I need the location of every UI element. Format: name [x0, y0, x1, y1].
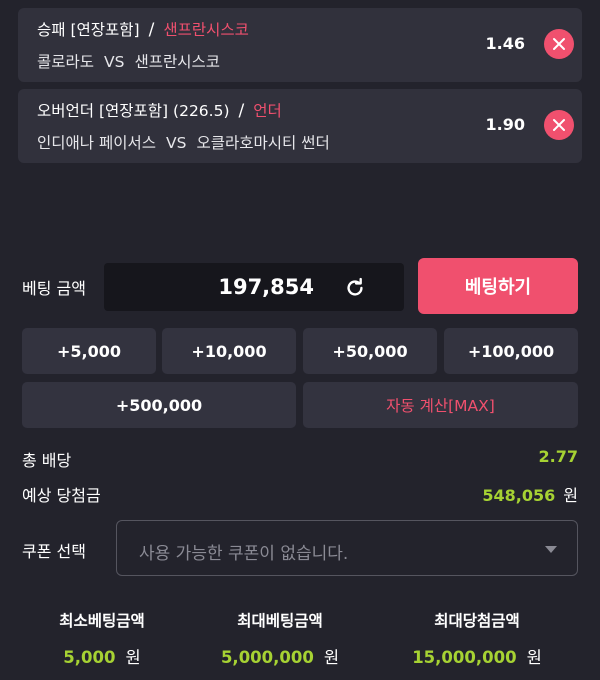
add-500000-button[interactable]: +500,000 [22, 382, 296, 428]
close-icon [553, 119, 565, 131]
coupon-select[interactable]: 사용 가능한 쿠폰이 없습니다. [116, 520, 578, 576]
remove-pick-button[interactable] [544, 110, 574, 140]
away-team: 오클라호마시티 썬더 [196, 134, 330, 152]
limit-value: 5,000,000 원 [180, 644, 380, 668]
limit-label: 최소베팅금액 [59, 612, 145, 630]
min-bet-limit: 최소베팅금액 5,000 원 [2, 609, 202, 668]
max-bet-limit: 최대베팅금액 5,000,000 원 [180, 609, 380, 668]
pick-separator: / [148, 20, 155, 40]
limit-amount: 5,000,000 [220, 648, 314, 667]
add-10000-button[interactable]: +10,000 [162, 328, 296, 374]
close-icon [553, 38, 565, 50]
expected-amount: 548,056 [482, 486, 556, 505]
expected-winnings-label: 예상 당첨금 [22, 486, 101, 505]
pick-market-line: 승패 [연장포함] / 샌프란시스코 [37, 18, 249, 40]
add-50000-button[interactable]: +50,000 [303, 328, 437, 374]
coupon-placeholder: 사용 가능한 쿠폰이 없습니다. [139, 544, 349, 564]
pick-teams: 콜로라도 VS 샌프란시스코 [37, 50, 220, 72]
vs-label: VS [104, 53, 125, 71]
pick-odds: 1.46 [485, 34, 525, 53]
pick-market: 오버언더 [연장포함] (226.5) [37, 102, 230, 120]
currency-unit: 원 [526, 648, 542, 667]
limit-value: 15,000,000 원 [377, 644, 577, 668]
limit-label: 최대베팅금액 [237, 612, 323, 630]
pick-market: 승패 [연장포함] [37, 21, 140, 39]
limit-label: 최대당첨금액 [434, 612, 520, 630]
currency-unit: 원 [563, 486, 578, 505]
home-team: 인디애나 페이서스 [37, 134, 157, 152]
remove-pick-button[interactable] [544, 29, 574, 59]
pick-separator: / [238, 101, 245, 121]
auto-calc-max-button[interactable]: 자동 계산[MAX] [303, 382, 578, 428]
pick-odds: 1.90 [485, 115, 525, 134]
limit-amount: 5,000 [63, 648, 116, 667]
bet-slip-pick: 승패 [연장포함] / 샌프란시스코 콜로라도 VS 샌프란시스코 1.46 [18, 8, 582, 82]
bet-slip-pick: 오버언더 [연장포함] (226.5) / 언더 인디애나 페이서스 VS 오클라호마시… [18, 89, 582, 163]
bet-amount-label: 베팅 금액 [22, 279, 86, 298]
currency-unit: 원 [323, 648, 340, 667]
place-bet-button[interactable]: 베팅하기 [418, 258, 578, 314]
away-team: 샌프란시스코 [134, 53, 221, 71]
coupon-label: 쿠폰 선택 [22, 542, 86, 561]
vs-label: VS [166, 134, 187, 152]
total-odds-row: 총 배당 2.77 [22, 447, 578, 471]
chevron-down-icon [545, 546, 557, 553]
max-win-limit: 최대당첨금액 15,000,000 원 [377, 609, 577, 668]
expected-winnings-value: 548,056 원 [482, 482, 578, 506]
pick-selection: 샌프란시스코 [163, 21, 249, 39]
limit-value: 5,000 원 [2, 644, 202, 668]
total-odds-label: 총 배당 [22, 451, 72, 470]
bet-amount-field[interactable]: 197,854 [104, 263, 404, 311]
limit-amount: 15,000,000 [412, 648, 517, 667]
pick-teams: 인디애나 페이서스 VS 오클라호마시티 썬더 [37, 131, 330, 153]
total-odds-value: 2.77 [538, 447, 578, 466]
bet-amount-value: 197,854 [218, 275, 314, 299]
pick-selection: 언더 [253, 102, 282, 120]
home-team: 콜로라도 [37, 53, 95, 71]
add-5000-button[interactable]: +5,000 [22, 328, 156, 374]
expected-winnings-row: 예상 당첨금 548,056 원 [22, 482, 578, 506]
currency-unit: 원 [125, 648, 141, 667]
pick-market-line: 오버언더 [연장포함] (226.5) / 언더 [37, 99, 282, 121]
refresh-icon[interactable] [344, 277, 366, 299]
add-100000-button[interactable]: +100,000 [444, 328, 578, 374]
